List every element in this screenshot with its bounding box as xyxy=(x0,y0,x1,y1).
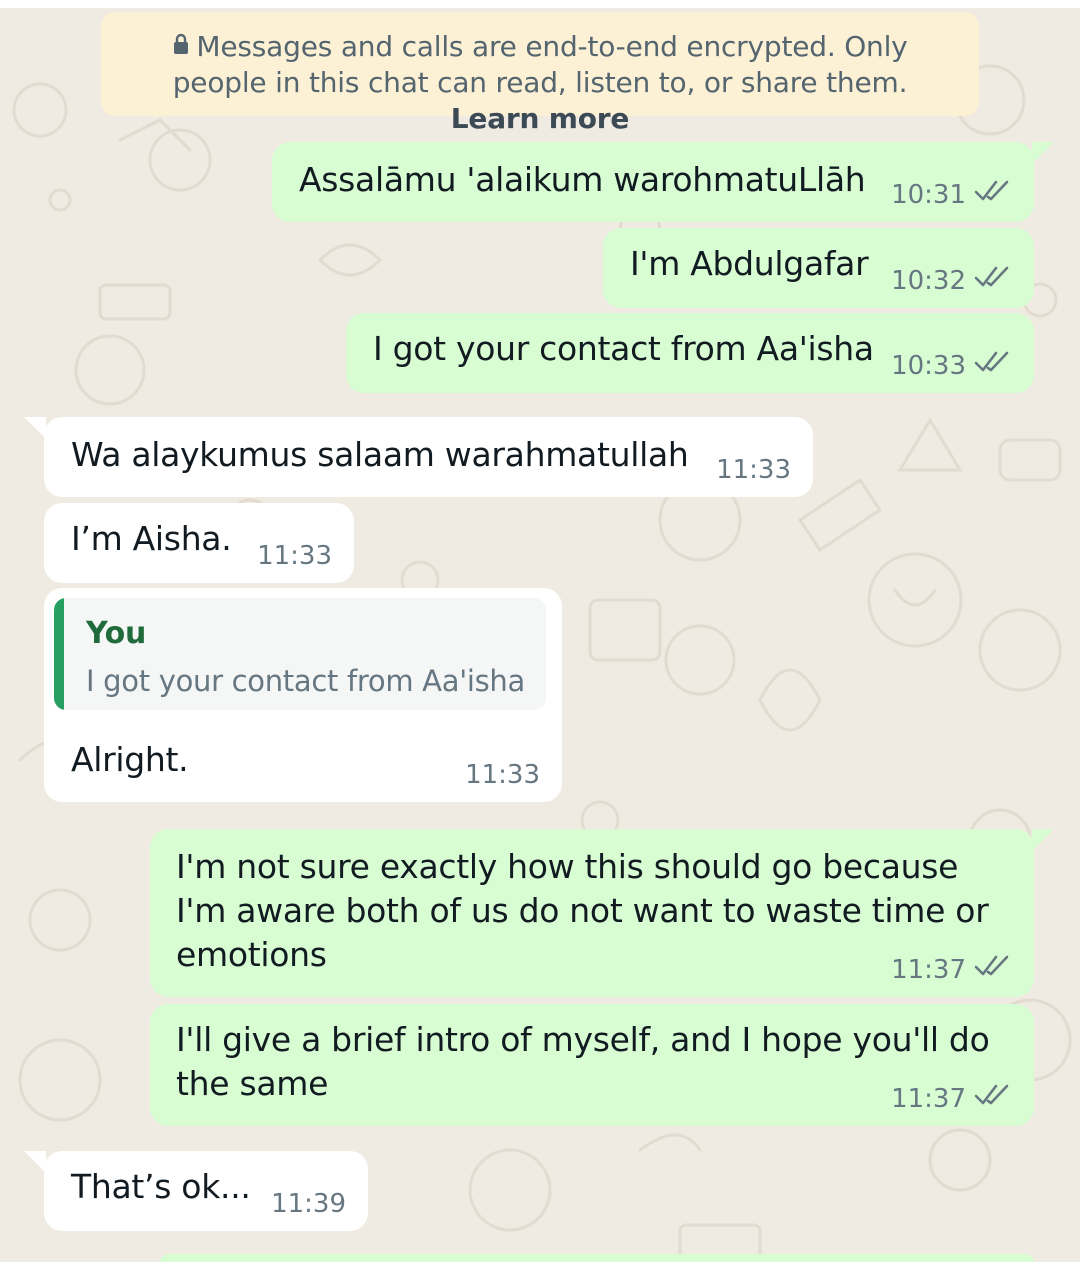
double-check-icon xyxy=(974,179,1012,210)
message-bubble-outgoing-partial[interactable] xyxy=(160,1254,1034,1262)
message-meta: 10:31 xyxy=(891,179,1012,210)
double-check-icon xyxy=(974,265,1012,296)
message-bubble-incoming[interactable]: Wa alaykumus salaam warahmatullah 11:33 xyxy=(44,417,813,497)
message-meta: 11:33 xyxy=(257,541,332,571)
message-text: I'll give a brief intro of myself, and I… xyxy=(176,1020,990,1103)
learn-more-link[interactable]: Learn more xyxy=(451,102,630,135)
double-check-icon xyxy=(974,350,1012,381)
bubble-tail xyxy=(24,417,46,439)
message-bubble-outgoing[interactable]: I'm not sure exactly how this should go … xyxy=(150,829,1034,997)
encryption-notice-text: Messages and calls are end-to-end encryp… xyxy=(172,30,908,99)
message-text: Wa alaykumus salaam warahmatullah xyxy=(71,435,689,474)
quote-bar xyxy=(54,598,64,710)
message-bubble-outgoing[interactable]: I got your contact from Aa'isha 10:33 xyxy=(346,313,1034,393)
top-edge xyxy=(0,0,1080,8)
message-time: 11:39 xyxy=(271,1189,346,1219)
message-time: 10:32 xyxy=(891,265,966,296)
message-time: 11:33 xyxy=(716,455,791,485)
bubble-tail xyxy=(1032,142,1054,164)
encryption-notice[interactable]: Messages and calls are end-to-end encryp… xyxy=(101,12,979,135)
message-bubble-incoming[interactable]: That’s ok... 11:39 xyxy=(44,1151,368,1231)
message-meta: 11:37 xyxy=(891,1083,1012,1114)
message-meta: 11:39 xyxy=(271,1189,346,1219)
message-meta: 11:33 xyxy=(465,760,540,790)
lock-icon xyxy=(172,28,190,64)
message-text: Assalāmu 'alaikum warohmatuLlāh xyxy=(299,160,866,199)
message-meta: 10:33 xyxy=(891,350,1012,381)
double-check-icon xyxy=(974,954,1012,985)
message-text: I'm Abdulgafar xyxy=(630,244,869,283)
quote-text: I got your contact from Aa'isha xyxy=(86,664,525,698)
message-text: Alright. xyxy=(71,740,189,779)
bubble-tail xyxy=(24,1151,46,1173)
message-meta: 10:32 xyxy=(891,265,1012,296)
bubble-tail xyxy=(1032,829,1054,851)
message-bubble-outgoing[interactable]: I'll give a brief intro of myself, and I… xyxy=(150,1004,1034,1126)
message-bubble-incoming[interactable]: You I got your contact from Aa'isha Alri… xyxy=(44,588,562,802)
message-time: 10:33 xyxy=(891,350,966,381)
message-time: 11:33 xyxy=(465,760,540,790)
message-text: I'm not sure exactly how this should go … xyxy=(176,847,989,974)
quoted-message[interactable]: You I got your contact from Aa'isha xyxy=(54,598,546,710)
message-bubble-outgoing[interactable]: I'm Abdulgafar 10:32 xyxy=(603,228,1034,308)
message-meta: 11:33 xyxy=(716,455,791,485)
double-check-icon xyxy=(974,1083,1012,1114)
message-text: That’s ok... xyxy=(71,1167,251,1206)
message-time: 10:31 xyxy=(891,179,966,210)
message-time: 11:37 xyxy=(891,1083,966,1114)
message-bubble-incoming[interactable]: I’m Aisha. 11:33 xyxy=(44,503,354,583)
message-meta: 11:37 xyxy=(891,954,1012,985)
message-time: 11:33 xyxy=(257,541,332,571)
quote-author: You xyxy=(86,616,147,651)
message-time: 11:37 xyxy=(891,954,966,985)
message-bubble-outgoing[interactable]: Assalāmu 'alaikum warohmatuLlāh 10:31 xyxy=(272,142,1034,222)
message-text: I got your contact from Aa'isha xyxy=(373,329,874,368)
message-text: I’m Aisha. xyxy=(71,519,232,558)
